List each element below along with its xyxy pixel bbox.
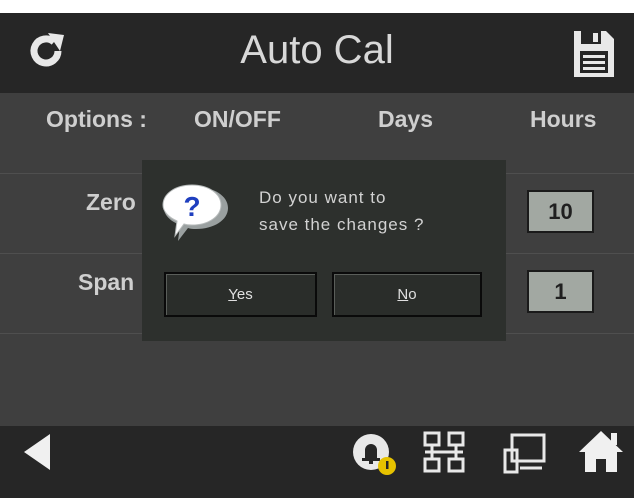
no-accelerator: N [397, 286, 409, 303]
dialog-message-line2: save the changes ? [259, 215, 425, 234]
question-balloon-icon: ? [162, 184, 228, 241]
yes-accelerator: Y [228, 286, 237, 303]
yes-label: es [236, 286, 253, 303]
column-header-hours: Hours [530, 106, 597, 132]
empty-row [0, 333, 634, 413]
floppy-disk-icon[interactable] [572, 27, 616, 79]
dialog-message-line1: Do you want to [259, 188, 387, 207]
back-arrow-icon[interactable] [20, 432, 54, 472]
home-icon[interactable] [577, 428, 625, 474]
header-bar: Auto Cal [0, 13, 634, 93]
dialog-message: Do you want to save the changes ? [259, 184, 424, 238]
column-header-options: Options : [46, 106, 147, 132]
yes-button[interactable]: Yes [164, 272, 317, 317]
no-label: o [408, 286, 417, 303]
device-icon[interactable] [502, 432, 548, 474]
alarm-bell-icon[interactable] [349, 430, 401, 478]
svg-text:?: ? [183, 191, 200, 222]
network-icon[interactable] [422, 430, 468, 474]
span-label: Span [78, 269, 135, 295]
page-title: Auto Cal [240, 28, 394, 72]
column-header-days: Days [378, 106, 433, 132]
zero-hours-field[interactable]: 10 [527, 190, 594, 233]
no-button[interactable]: No [332, 272, 482, 317]
column-header-onoff: ON/OFF [194, 106, 281, 132]
span-hours-field[interactable]: 1 [527, 270, 594, 313]
zero-label: Zero [86, 189, 136, 215]
